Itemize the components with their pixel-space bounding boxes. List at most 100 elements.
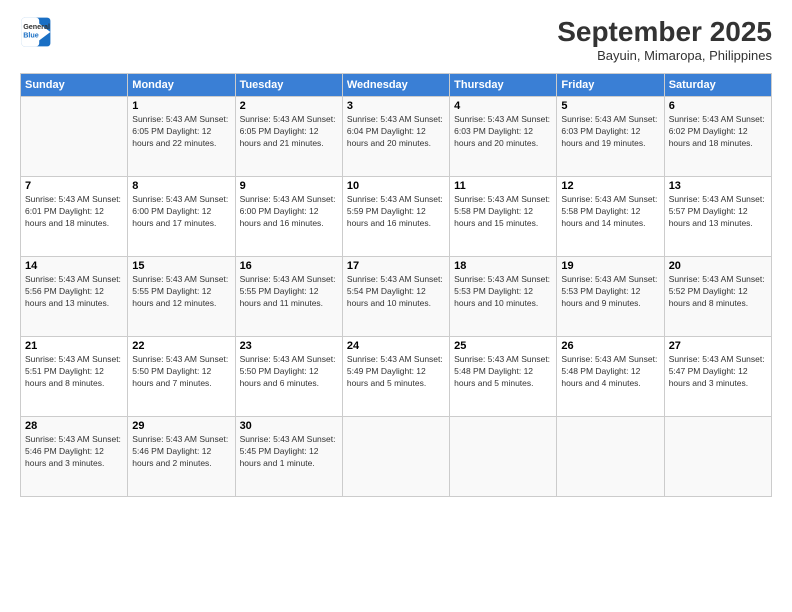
calendar-cell [342, 417, 449, 497]
day-number: 8 [132, 180, 230, 192]
location-subtitle: Bayuin, Mimaropa, Philippines [557, 48, 772, 63]
day-info: Sunrise: 5:43 AM Sunset: 5:52 PM Dayligh… [669, 274, 767, 310]
day-info: Sunrise: 5:43 AM Sunset: 5:56 PM Dayligh… [25, 274, 123, 310]
calendar-cell: 18 Sunrise: 5:43 AM Sunset: 5:53 PM Dayli… [450, 257, 557, 337]
day-info: Sunrise: 5:43 AM Sunset: 5:53 PM Dayligh… [454, 274, 552, 310]
day-number: 2 [240, 100, 338, 112]
calendar-cell: 16Sunrise: 5:43 AM Sunset: 5:55 PM Dayli… [235, 257, 342, 337]
calendar-cell [21, 97, 128, 177]
week-row-0: 1 Sunrise: 5:43 AM Sunset: 6:05 PM Daylig… [21, 97, 772, 177]
calendar-cell [664, 417, 771, 497]
calendar-cell: 21 Sunrise: 5:43 AM Sunset: 5:51 PM Dayli… [21, 337, 128, 417]
calendar-cell: 19Sunrise: 5:43 AM Sunset: 5:53 PM Dayli… [557, 257, 664, 337]
day-info: Sunrise: 5:43 AM Sunset: 5:57 PM Dayligh… [669, 194, 767, 230]
day-number: 29 [132, 420, 230, 432]
weekday-header-thursday: Thursday [450, 74, 557, 97]
calendar-cell: 30 Sunrise: 5:43 AM Sunset: 5:45 PM Dayli… [235, 417, 342, 497]
day-number: 20 [669, 260, 767, 272]
day-info: Sunrise: 5:43 AM Sunset: 5:51 PM Dayligh… [25, 354, 123, 390]
svg-text:Blue: Blue [23, 31, 39, 40]
calendar-cell: 9 Sunrise: 5:43 AM Sunset: 6:00 PM Daylig… [235, 177, 342, 257]
day-info: Sunrise: 5:43 AM Sunset: 5:55 PM Dayligh… [240, 274, 338, 310]
day-number: 17 [347, 260, 445, 272]
day-info: Sunrise: 5:43 AM Sunset: 5:46 PM Dayligh… [25, 434, 123, 470]
calendar-cell: 20 Sunrise: 5:43 AM Sunset: 5:52 PM Dayli… [664, 257, 771, 337]
weekday-header-saturday: Saturday [664, 74, 771, 97]
calendar-cell: 1 Sunrise: 5:43 AM Sunset: 6:05 PM Daylig… [128, 97, 235, 177]
day-number: 11 [454, 180, 552, 192]
calendar-cell: 29 Sunrise: 5:43 AM Sunset: 5:46 PM Dayli… [128, 417, 235, 497]
header: General Blue September 2025 Bayuin, Mima… [20, 16, 772, 63]
day-number: 9 [240, 180, 338, 192]
calendar-cell: 8 Sunrise: 5:43 AM Sunset: 6:00 PM Daylig… [128, 177, 235, 257]
weekday-header-sunday: Sunday [21, 74, 128, 97]
calendar-cell: 15 Sunrise: 5:43 AM Sunset: 5:55 PM Dayli… [128, 257, 235, 337]
day-info: Sunrise: 5:43 AM Sunset: 6:03 PM Dayligh… [561, 114, 659, 150]
day-info: Sunrise: 5:43 AM Sunset: 5:54 PM Dayligh… [347, 274, 445, 310]
day-info: Sunrise: 5:43 AM Sunset: 6:05 PM Dayligh… [132, 114, 230, 150]
logo: General Blue [20, 16, 52, 48]
day-info: Sunrise: 5:43 AM Sunset: 5:46 PM Dayligh… [132, 434, 230, 470]
calendar-cell: 23Sunrise: 5:43 AM Sunset: 5:50 PM Dayli… [235, 337, 342, 417]
day-number: 28 [25, 420, 123, 432]
day-number: 10 [347, 180, 445, 192]
day-info: Sunrise: 5:43 AM Sunset: 6:03 PM Dayligh… [454, 114, 552, 150]
weekday-header-monday: Monday [128, 74, 235, 97]
calendar-cell: 17 Sunrise: 5:43 AM Sunset: 5:54 PM Dayli… [342, 257, 449, 337]
day-number: 14 [25, 260, 123, 272]
calendar-cell: 26Sunrise: 5:43 AM Sunset: 5:48 PM Dayli… [557, 337, 664, 417]
day-info: Sunrise: 5:43 AM Sunset: 5:49 PM Dayligh… [347, 354, 445, 390]
day-number: 13 [669, 180, 767, 192]
weekday-header-row: SundayMondayTuesdayWednesdayThursdayFrid… [21, 74, 772, 97]
month-title: September 2025 [557, 16, 772, 48]
day-info: Sunrise: 5:43 AM Sunset: 5:47 PM Dayligh… [669, 354, 767, 390]
week-row-4: 28 Sunrise: 5:43 AM Sunset: 5:46 PM Dayli… [21, 417, 772, 497]
day-number: 25 [454, 340, 552, 352]
day-number: 26 [561, 340, 659, 352]
calendar-cell: 25 Sunrise: 5:43 AM Sunset: 5:48 PM Dayli… [450, 337, 557, 417]
day-info: Sunrise: 5:43 AM Sunset: 6:02 PM Dayligh… [669, 114, 767, 150]
day-info: Sunrise: 5:43 AM Sunset: 5:59 PM Dayligh… [347, 194, 445, 230]
day-number: 23 [240, 340, 338, 352]
day-info: Sunrise: 5:43 AM Sunset: 5:48 PM Dayligh… [454, 354, 552, 390]
day-number: 1 [132, 100, 230, 112]
week-row-1: 7 Sunrise: 5:43 AM Sunset: 6:01 PM Daylig… [21, 177, 772, 257]
day-number: 12 [561, 180, 659, 192]
day-number: 6 [669, 100, 767, 112]
calendar-cell: 13 Sunrise: 5:43 AM Sunset: 5:57 PM Dayli… [664, 177, 771, 257]
week-row-3: 21 Sunrise: 5:43 AM Sunset: 5:51 PM Dayli… [21, 337, 772, 417]
page: General Blue September 2025 Bayuin, Mima… [0, 0, 792, 612]
day-number: 30 [240, 420, 338, 432]
svg-text:General: General [23, 22, 50, 31]
calendar-cell: 10 Sunrise: 5:43 AM Sunset: 5:59 PM Dayli… [342, 177, 449, 257]
calendar-cell: 11 Sunrise: 5:43 AM Sunset: 5:58 PM Dayli… [450, 177, 557, 257]
weekday-header-wednesday: Wednesday [342, 74, 449, 97]
calendar-cell: 22Sunrise: 5:43 AM Sunset: 5:50 PM Dayli… [128, 337, 235, 417]
day-info: Sunrise: 5:43 AM Sunset: 6:00 PM Dayligh… [132, 194, 230, 230]
day-number: 21 [25, 340, 123, 352]
calendar-cell: 27Sunrise: 5:43 AM Sunset: 5:47 PM Dayli… [664, 337, 771, 417]
day-info: Sunrise: 5:43 AM Sunset: 5:45 PM Dayligh… [240, 434, 338, 470]
day-info: Sunrise: 5:43 AM Sunset: 5:55 PM Dayligh… [132, 274, 230, 310]
day-number: 15 [132, 260, 230, 272]
day-number: 24 [347, 340, 445, 352]
calendar-cell [450, 417, 557, 497]
calendar-cell: 24 Sunrise: 5:43 AM Sunset: 5:49 PM Dayli… [342, 337, 449, 417]
day-number: 5 [561, 100, 659, 112]
day-info: Sunrise: 5:43 AM Sunset: 6:05 PM Dayligh… [240, 114, 338, 150]
title-block: September 2025 Bayuin, Mimaropa, Philipp… [557, 16, 772, 63]
day-number: 7 [25, 180, 123, 192]
calendar-cell: 5 Sunrise: 5:43 AM Sunset: 6:03 PM Daylig… [557, 97, 664, 177]
calendar-table: SundayMondayTuesdayWednesdayThursdayFrid… [20, 73, 772, 497]
day-number: 3 [347, 100, 445, 112]
day-info: Sunrise: 5:43 AM Sunset: 6:01 PM Dayligh… [25, 194, 123, 230]
day-info: Sunrise: 5:43 AM Sunset: 6:00 PM Dayligh… [240, 194, 338, 230]
calendar-cell: 12Sunrise: 5:43 AM Sunset: 5:58 PM Dayli… [557, 177, 664, 257]
calendar-cell: 4Sunrise: 5:43 AM Sunset: 6:03 PM Daylig… [450, 97, 557, 177]
calendar-cell: 3 Sunrise: 5:43 AM Sunset: 6:04 PM Daylig… [342, 97, 449, 177]
calendar-cell: 2 Sunrise: 5:43 AM Sunset: 6:05 PM Daylig… [235, 97, 342, 177]
day-number: 18 [454, 260, 552, 272]
calendar-cell: 7 Sunrise: 5:43 AM Sunset: 6:01 PM Daylig… [21, 177, 128, 257]
day-info: Sunrise: 5:43 AM Sunset: 5:58 PM Dayligh… [454, 194, 552, 230]
day-info: Sunrise: 5:43 AM Sunset: 6:04 PM Dayligh… [347, 114, 445, 150]
